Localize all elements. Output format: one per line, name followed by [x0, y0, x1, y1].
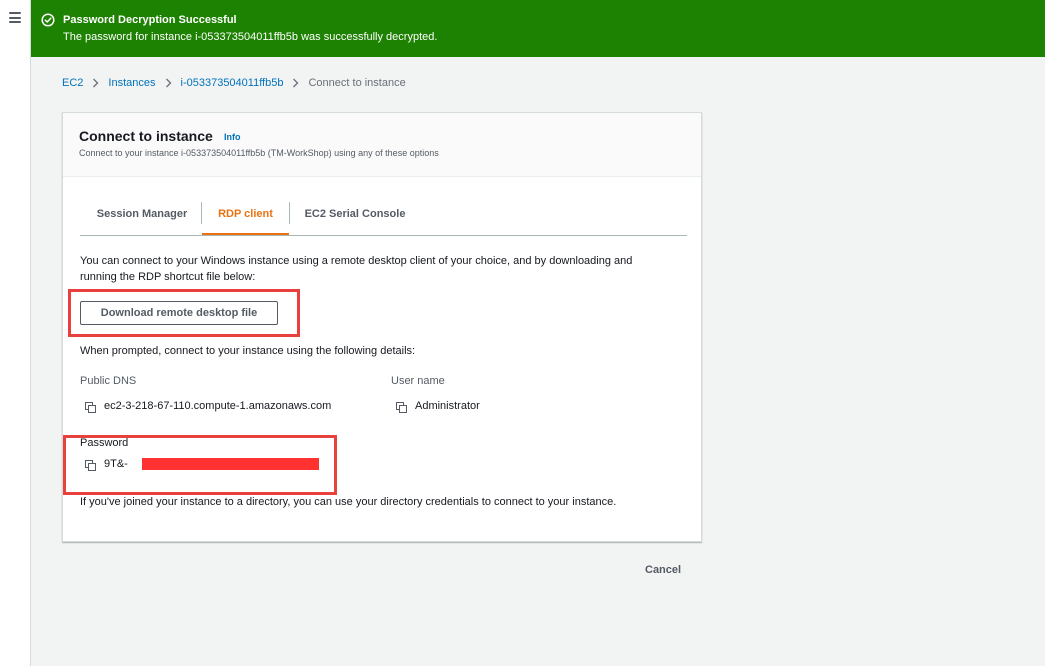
password-value: 9T&-: [104, 458, 128, 470]
breadcrumb-ec2[interactable]: EC2: [62, 77, 83, 89]
directory-credentials-note: If you've joined your instance to a dire…: [80, 496, 617, 508]
copy-user-name-icon[interactable]: [396, 402, 407, 413]
cancel-button[interactable]: Cancel: [641, 562, 685, 578]
flash-success-banner: Password Decryption Successful The passw…: [31, 0, 1045, 57]
breadcrumb-current: Connect to instance: [308, 77, 406, 89]
password-label: Password: [80, 437, 129, 449]
rdp-intro-line-2: running the RDP shortcut file below:: [80, 271, 256, 283]
download-remote-desktop-file-button[interactable]: Download remote desktop file: [80, 301, 278, 325]
copy-public-dns-icon[interactable]: [85, 402, 96, 413]
tab-session-manager[interactable]: Session Manager: [96, 198, 188, 233]
public-dns-value: ec2-3-218-67-110.compute-1.amazonaws.com: [104, 400, 332, 412]
chevron-right-icon: [293, 78, 299, 88]
rdp-intro-line-1: You can connect to your Windows instance…: [80, 255, 633, 267]
panel-description: Connect to your instance i-053373504011f…: [79, 148, 439, 158]
hamburger-menu-icon[interactable]: [9, 12, 21, 23]
tab-ec2-serial-console[interactable]: EC2 Serial Console: [304, 198, 406, 233]
info-link[interactable]: Info: [224, 132, 241, 142]
connect-to-instance-panel: Connect to instance Info Connect to your…: [62, 112, 702, 542]
copy-password-icon[interactable]: [85, 460, 96, 471]
flash-message: The password for instance i-053373504011…: [63, 31, 438, 43]
connection-prompt-text: When prompted, connect to your instance …: [80, 345, 416, 357]
success-check-icon: [41, 13, 55, 27]
tab-rdp-client[interactable]: RDP client: [202, 198, 289, 235]
rdp-intro-text: You can connect to your Windows instance…: [80, 253, 680, 285]
panel-title: Connect to instance: [79, 128, 213, 144]
chevron-right-icon: [93, 78, 99, 88]
breadcrumb-instances[interactable]: Instances: [108, 77, 155, 89]
tab-divider: [289, 202, 290, 224]
connection-method-tabs: Session Manager RDP client EC2 Serial Co…: [80, 198, 687, 236]
flash-title: Password Decryption Successful: [63, 14, 237, 26]
user-name-value: Administrator: [415, 400, 480, 412]
chevron-right-icon: [165, 78, 171, 88]
user-name-label: User name: [391, 375, 445, 387]
panel-header: Connect to instance Info Connect to your…: [63, 113, 701, 177]
breadcrumb: EC2 Instances i-053373504011ffb5b Connec…: [62, 75, 406, 91]
password-redaction-bar: [142, 458, 319, 470]
public-dns-label: Public DNS: [80, 375, 137, 387]
side-navigation-rail: [0, 0, 31, 666]
breadcrumb-instance-id[interactable]: i-053373504011ffb5b: [181, 77, 284, 89]
